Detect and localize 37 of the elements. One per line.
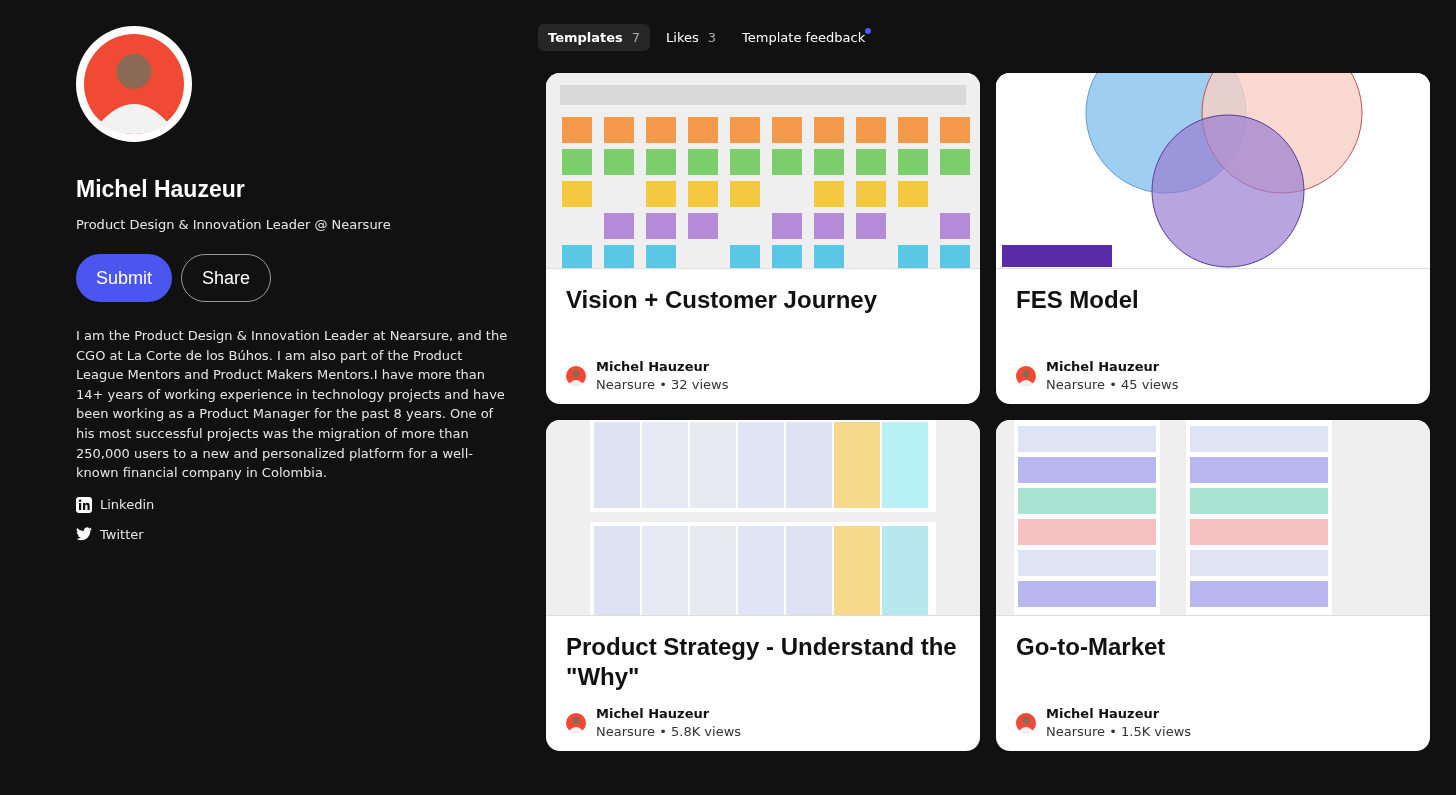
template-card[interactable]: Go-to-Market Michel Hauzeur Nearsure • 1.5K views bbox=[996, 420, 1430, 751]
tab-count: 7 bbox=[631, 30, 641, 45]
avatar-icon bbox=[1016, 712, 1036, 733]
card-meta: Nearsure • 45 views bbox=[1046, 377, 1179, 392]
card-meta: Nearsure • 5.8K views bbox=[596, 724, 742, 739]
card-meta: Nearsure • 32 views bbox=[596, 377, 729, 392]
submit-button[interactable]: Submit bbox=[76, 254, 173, 302]
linkedin-icon bbox=[76, 496, 92, 513]
template-card[interactable]: Product Strategy - Understand the "Why" Michel Hauzeur Nearsure • 5.8K views bbox=[546, 420, 980, 751]
card-title: Go-to-Market bbox=[1016, 632, 1167, 662]
author-name: Michel Hauzeur bbox=[596, 706, 711, 721]
template-card[interactable]: Vision + Customer Journey Michel Hauzeur Nearsure • 32 views bbox=[546, 73, 980, 404]
author-name: Michel Hauzeur bbox=[1046, 706, 1161, 721]
card-meta: Nearsure • 1.5K views bbox=[1046, 724, 1192, 739]
tab-label: Templates bbox=[548, 30, 623, 45]
social-link[interactable]: Linkedin bbox=[76, 496, 155, 513]
tab[interactable]: Template feedback bbox=[732, 24, 876, 51]
tab-count: 3 bbox=[707, 30, 717, 45]
profile-headline: Product Design & Innovation Leader @ Nearsure bbox=[76, 217, 392, 232]
bird-icon bbox=[76, 527, 92, 542]
avatar-icon bbox=[566, 365, 586, 386]
tab-label: Likes bbox=[666, 30, 699, 45]
author-name: Michel Hauzeur bbox=[1046, 359, 1161, 374]
profile-bio: I am the Product Design & Innovation Leader at Nearsure, and the CGO at La Corte de los Búhos. I am also part of the Product League Mentors and Product Makers Mentors.I have more than 14+ years of working experience in technology projects and have been working as a Product Manager for the past 8 years. One of his most successful projects was the migration of more than 250,000 users to a new and personalized platform for a well-known financial company in Colombia. bbox=[76, 327, 509, 483]
card-title: FES Model bbox=[1016, 285, 1140, 315]
author-name: Michel Hauzeur bbox=[596, 359, 711, 374]
avatar-icon bbox=[84, 34, 184, 134]
card-title: Vision + Customer Journey bbox=[566, 285, 878, 315]
template-card[interactable]: FES Model Michel Hauzeur Nearsure • 45 views bbox=[996, 73, 1430, 404]
avatar-icon bbox=[1016, 365, 1036, 386]
tab-label: Template feedback bbox=[742, 30, 866, 45]
social-link[interactable]: Twitter bbox=[76, 526, 144, 542]
card-title: Product Strategy - Understand the "Why" bbox=[566, 632, 958, 692]
avatar-icon bbox=[566, 712, 586, 733]
profile-name: Michel Hauzeur bbox=[76, 176, 246, 203]
tab[interactable]: Templates 7 bbox=[538, 24, 651, 51]
tab[interactable]: Likes 3 bbox=[656, 24, 727, 51]
